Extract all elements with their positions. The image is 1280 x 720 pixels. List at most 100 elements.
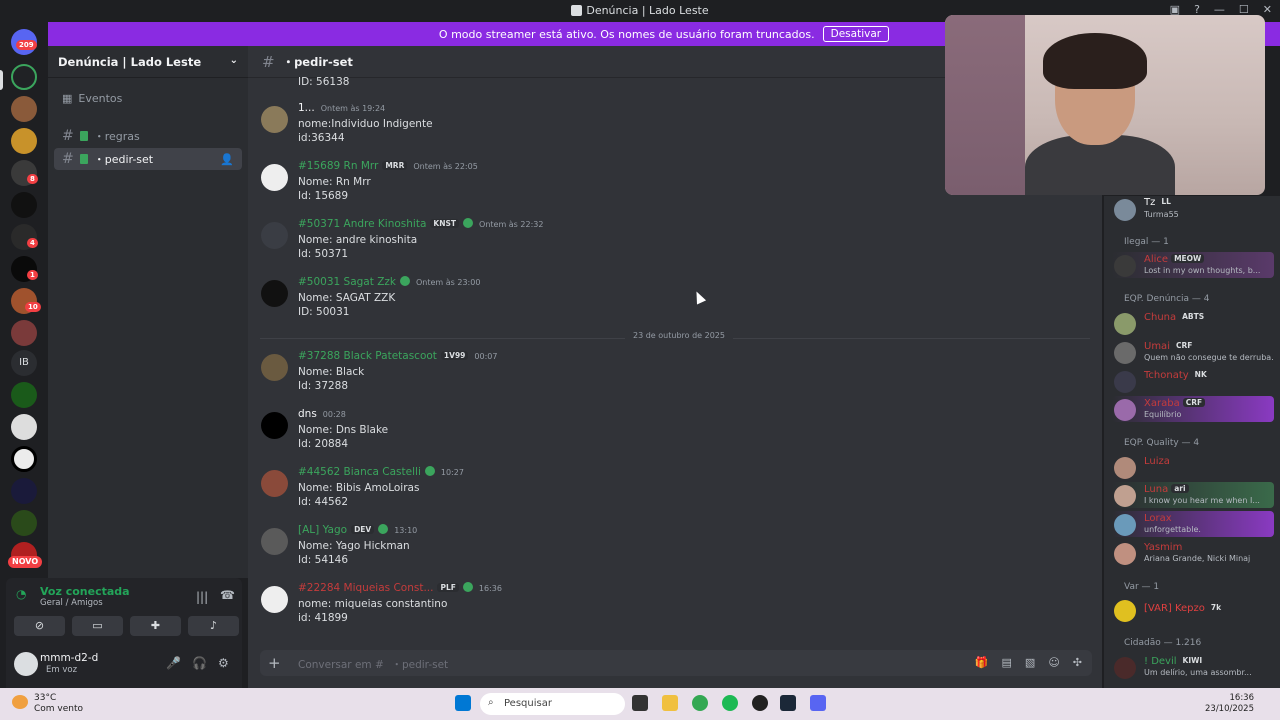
task-view-icon[interactable] bbox=[632, 695, 648, 711]
chrome-icon[interactable] bbox=[692, 695, 708, 711]
file-explorer-icon[interactable] bbox=[662, 695, 678, 711]
server-icon[interactable] bbox=[11, 96, 37, 122]
author-name[interactable]: #44562 Bianca Castelli bbox=[298, 466, 421, 478]
steam-icon[interactable] bbox=[780, 695, 796, 711]
channel-item-regras[interactable]: # ・regras bbox=[54, 125, 242, 147]
author-name[interactable]: dns bbox=[298, 408, 317, 420]
avatar[interactable] bbox=[261, 164, 288, 191]
avatar[interactable] bbox=[1114, 657, 1136, 679]
voice-channel[interactable]: Geral / Amigos bbox=[40, 598, 103, 608]
activities-button[interactable]: ✚ bbox=[130, 616, 181, 636]
gear-icon[interactable]: ⚙ bbox=[218, 656, 229, 670]
member-item[interactable]: Yasmim Ariana Grande, Nicki Minaj bbox=[1112, 540, 1274, 566]
avatar[interactable] bbox=[261, 222, 288, 249]
author-name[interactable]: #15689 Rn Mrr bbox=[298, 160, 378, 172]
server-icon[interactable] bbox=[11, 192, 37, 218]
microphone-icon[interactable]: 🎤 bbox=[166, 656, 181, 670]
taskbar-search[interactable]: ⌕ Pesquisar bbox=[480, 693, 625, 715]
discord-icon[interactable] bbox=[810, 695, 826, 711]
member-name: Luiza bbox=[1144, 456, 1170, 467]
member-item[interactable]: Tz LL Turma55 bbox=[1112, 196, 1274, 222]
avatar[interactable] bbox=[261, 586, 288, 613]
avatar[interactable] bbox=[1114, 457, 1136, 479]
server-icon[interactable] bbox=[11, 510, 37, 536]
avatar[interactable] bbox=[14, 652, 38, 676]
clock[interactable]: 16:36 23/10/2025 bbox=[1205, 693, 1254, 715]
obs-icon[interactable] bbox=[752, 695, 768, 711]
server-icon[interactable] bbox=[11, 382, 37, 408]
server-icon[interactable] bbox=[11, 478, 37, 504]
avatar[interactable] bbox=[1114, 485, 1136, 507]
soundboard-button[interactable]: ♪ bbox=[188, 616, 239, 636]
username[interactable]: mmm-d2-d bbox=[40, 652, 98, 664]
upload-plus-icon[interactable]: + bbox=[268, 654, 281, 672]
disconnect-icon[interactable]: ☎ bbox=[220, 588, 235, 602]
member-item[interactable]: Chuna ABTS bbox=[1112, 310, 1274, 336]
member-item[interactable]: Alice MEOW Lost in my own thoughts, b... bbox=[1112, 252, 1274, 278]
message: #22284 Miqueias Const... PLF 16:36 nome: m… bbox=[260, 582, 1090, 634]
avatar[interactable] bbox=[261, 354, 288, 381]
member-item[interactable]: Umai CRF Quem não consegue te derruba... bbox=[1112, 339, 1274, 365]
avatar[interactable] bbox=[261, 470, 288, 497]
start-button[interactable] bbox=[455, 695, 471, 711]
avatar[interactable] bbox=[261, 528, 288, 555]
author-name[interactable]: #22284 Miqueias Const... bbox=[298, 582, 433, 594]
camera-button[interactable]: ⊘ bbox=[14, 616, 65, 636]
events-item[interactable]: ▦ Eventos bbox=[54, 87, 242, 109]
server-icon[interactable] bbox=[11, 128, 37, 154]
gif-icon[interactable]: ▤ bbox=[1002, 656, 1012, 669]
avatar[interactable] bbox=[1114, 371, 1136, 393]
spotify-icon[interactable] bbox=[722, 695, 738, 711]
member-item[interactable]: Luna ari I know you hear me when I... bbox=[1112, 482, 1274, 508]
author-name[interactable]: #37288 Black Patetascoot bbox=[298, 350, 437, 362]
add-member-icon[interactable]: 👤 bbox=[220, 153, 234, 166]
disable-streamer-button[interactable]: Desativar bbox=[822, 26, 890, 42]
avatar[interactable] bbox=[1114, 600, 1136, 622]
server-ib[interactable]: IB bbox=[11, 350, 37, 376]
avatar[interactable] bbox=[1114, 199, 1136, 221]
message-line: Nome: Dns Blake bbox=[298, 424, 389, 436]
avatar[interactable] bbox=[1114, 313, 1136, 335]
author-name[interactable]: #50371 Andre Kinoshita bbox=[298, 218, 426, 230]
gift-icon[interactable]: 🎁 bbox=[975, 656, 989, 669]
weather-widget[interactable]: 33°C Com vento bbox=[34, 693, 83, 715]
avatar[interactable] bbox=[1114, 255, 1136, 277]
member-item[interactable]: ! Devil KIWI Um delírio, uma assombr... bbox=[1112, 654, 1274, 680]
member-item[interactable]: Luiza bbox=[1112, 454, 1274, 480]
avatar[interactable] bbox=[261, 412, 288, 439]
author-name[interactable]: #50031 Sagat Zzk bbox=[298, 276, 396, 288]
channel-item-pedir-set[interactable]: # ・pedir-set 👤 bbox=[54, 148, 242, 170]
member-item[interactable]: Xaraba CRF Equilíbrio bbox=[1112, 396, 1274, 422]
message-line: ID: 50031 bbox=[298, 306, 350, 318]
avatar[interactable] bbox=[1114, 342, 1136, 364]
member-name: Alice bbox=[1144, 254, 1169, 265]
member-status: Um delírio, uma assombr... bbox=[1144, 668, 1252, 677]
author-name[interactable]: 1... bbox=[298, 102, 315, 114]
member-item[interactable]: Tchonaty NK bbox=[1112, 368, 1274, 394]
avatar[interactable] bbox=[1114, 514, 1136, 536]
sticker-icon[interactable]: ▧ bbox=[1025, 656, 1035, 669]
weather-icon[interactable] bbox=[12, 695, 28, 709]
emoji-icon[interactable]: ☺ bbox=[1048, 656, 1059, 669]
noise-suppression-icon[interactable]: ||| bbox=[196, 590, 208, 604]
message-composer[interactable]: + Conversar em #⠀・pedir-set 🎁 ▤ ▧ ☺ ✣ bbox=[260, 650, 1092, 676]
member-item[interactable]: Lorax unforgettable. bbox=[1112, 511, 1274, 537]
server-icon[interactable] bbox=[11, 320, 37, 346]
close-button[interactable]: ✕ bbox=[1263, 3, 1272, 16]
chatgpt-server-icon[interactable] bbox=[11, 446, 37, 472]
avatar[interactable] bbox=[1114, 399, 1136, 421]
server-icon[interactable] bbox=[11, 64, 37, 90]
message-input[interactable]: Conversar em #⠀・pedir-set bbox=[298, 657, 448, 672]
server-icon[interactable] bbox=[11, 414, 37, 440]
screen-share-button[interactable]: ▭ bbox=[72, 616, 123, 636]
author-name[interactable]: [AL] Yago bbox=[298, 524, 347, 536]
avatar[interactable] bbox=[261, 280, 288, 307]
voice-status[interactable]: Voz conectada bbox=[40, 585, 130, 598]
server-header[interactable]: Denúncia | Lado Leste ⌄ bbox=[48, 46, 248, 78]
headphones-icon[interactable]: 🎧 bbox=[192, 656, 207, 670]
avatar[interactable] bbox=[261, 106, 288, 133]
member-item[interactable]: [VAR] Kepzo 7k bbox=[1112, 597, 1274, 623]
member-tag: NK bbox=[1191, 370, 1210, 379]
apps-icon[interactable]: ✣ bbox=[1073, 656, 1082, 669]
avatar[interactable] bbox=[1114, 543, 1136, 565]
